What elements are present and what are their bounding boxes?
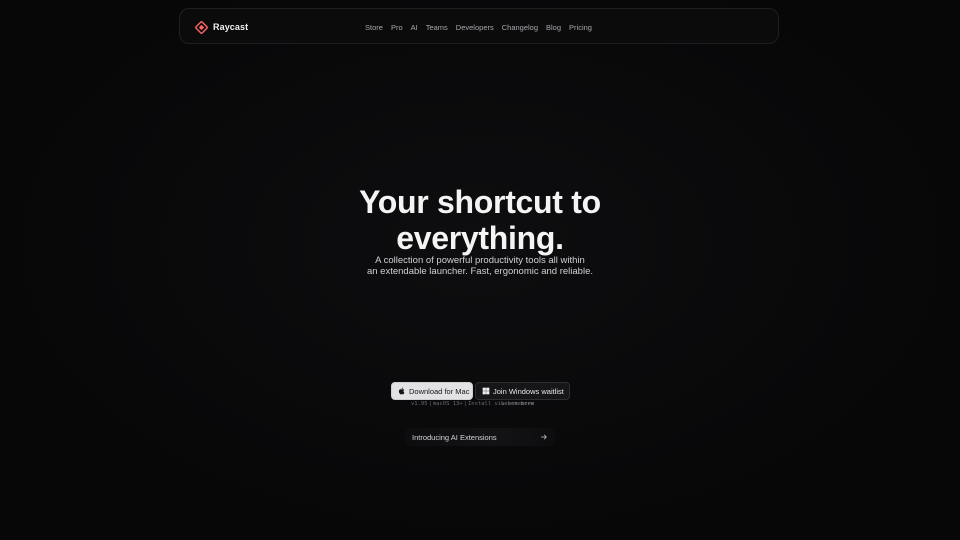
- page: Raycast Store Pro AI Teams Developers Ch…: [0, 0, 960, 540]
- hero-title-line-2: everything.: [396, 220, 564, 256]
- announcement-label: Introducing AI Extensions: [412, 432, 497, 442]
- hero-subtitle-line-2: an extendable launcher. Fast, ergonomic …: [366, 266, 594, 277]
- hero-title: Your shortcut to everything.: [0, 184, 960, 256]
- cta-row: Download for Mac Join Windows waitlist: [391, 382, 570, 400]
- arrow-right-icon: [540, 434, 547, 440]
- join-windows-waitlist-label: Join Windows waitlist: [493, 386, 564, 396]
- ai-extensions-announcement[interactable]: Introducing AI Extensions: [405, 428, 555, 446]
- apple-icon: [398, 387, 405, 395]
- nav-link-developers[interactable]: Developers: [456, 23, 494, 32]
- hero-subtitle: A collection of powerful productivity to…: [0, 255, 960, 277]
- nav-link-blog[interactable]: Blog: [546, 23, 561, 32]
- brand-name: Raycast: [213, 22, 249, 32]
- download-for-mac-label: Download for Mac: [409, 386, 470, 396]
- join-windows-waitlist-button[interactable]: Join Windows waitlist: [475, 382, 570, 400]
- top-navbar: Raycast Store Pro AI Teams Developers Ch…: [179, 8, 779, 44]
- nav-link-changelog[interactable]: Changelog: [502, 23, 538, 32]
- version-text: v1.95: [411, 401, 428, 407]
- raycast-logo-icon: [195, 20, 208, 34]
- nav-link-pro[interactable]: Pro: [391, 23, 403, 32]
- windows-icon: [482, 387, 490, 395]
- os-requirement-text: macOS 13+: [432, 401, 463, 407]
- nav-link-pricing[interactable]: Pricing: [569, 23, 592, 32]
- nav-link-teams[interactable]: Teams: [426, 23, 448, 32]
- download-for-mac-button[interactable]: Download for Mac: [391, 382, 473, 400]
- nav-links: Store Pro AI Teams Developers Changelog …: [365, 9, 592, 45]
- hero-subtitle-line-1: A collection of powerful productivity to…: [375, 255, 585, 266]
- learn-more-link[interactable]: Learn more: [501, 399, 534, 409]
- hero-title-line-1: Your shortcut to: [359, 184, 601, 220]
- brand-home-link[interactable]: Raycast: [195, 9, 248, 45]
- nav-link-ai[interactable]: AI: [411, 23, 418, 32]
- nav-link-store[interactable]: Store: [365, 23, 383, 32]
